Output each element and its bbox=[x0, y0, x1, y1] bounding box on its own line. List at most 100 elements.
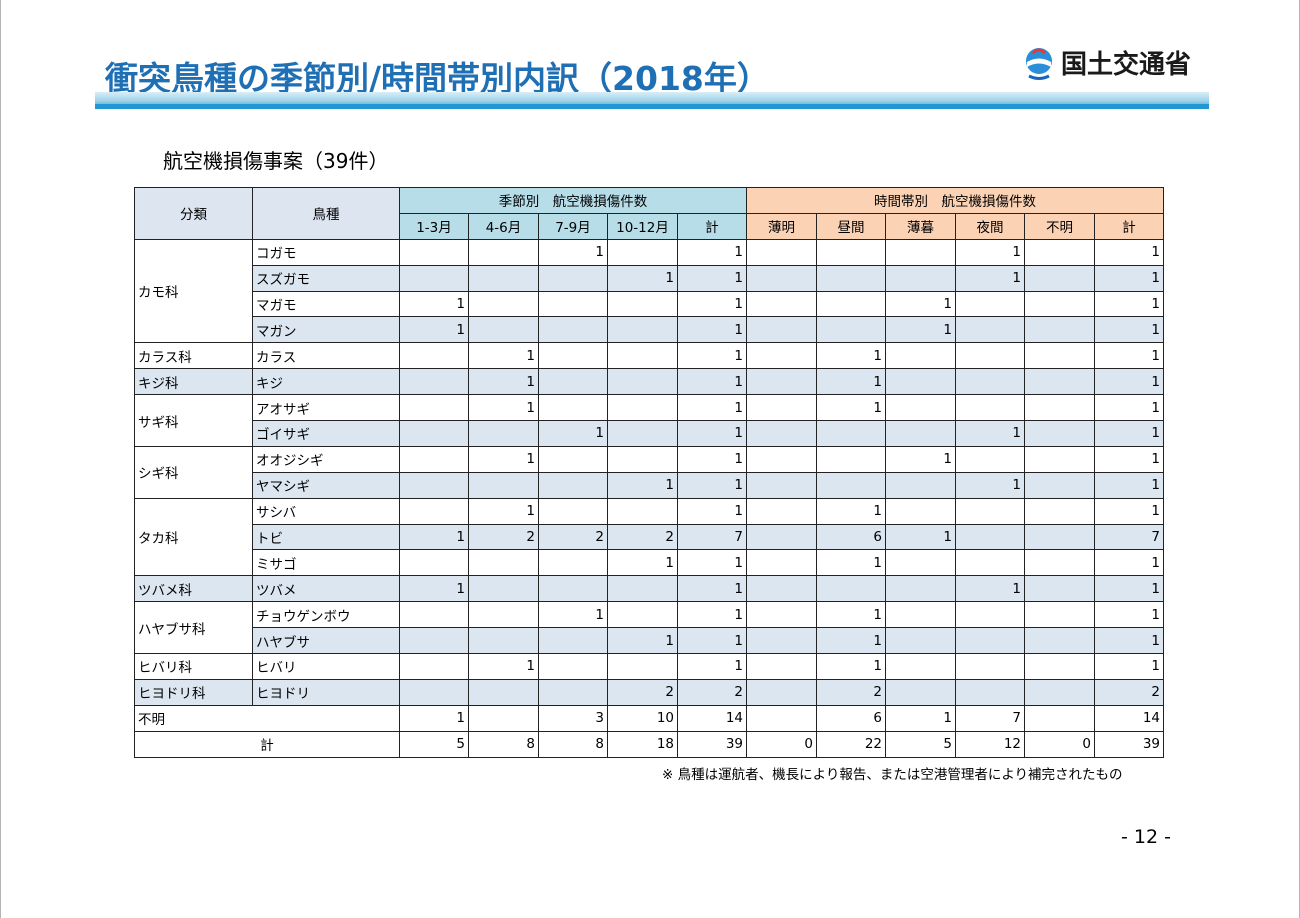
table-row: スズガモ 1 1 1 1 bbox=[135, 264, 1164, 292]
season-count-cell bbox=[607, 342, 678, 370]
time-count-cell: 2 bbox=[816, 678, 886, 706]
species-cell: オオジシギ bbox=[252, 445, 400, 473]
header-category: 分類 bbox=[134, 187, 253, 240]
season-total-cell: 8 bbox=[538, 730, 608, 758]
header-time-col: 昼間 bbox=[816, 212, 886, 240]
table-row: キジ科 キジ 1 1 1 1 bbox=[134, 368, 1164, 396]
season-count-cell bbox=[399, 420, 469, 447]
season-count-cell bbox=[399, 342, 469, 370]
header-time-group: 時間帯別 航空機損傷件数 bbox=[746, 187, 1164, 214]
table-row: カモ科 コガモ 1 1 1 1 bbox=[134, 238, 1164, 344]
season-count-cell: 2 bbox=[538, 523, 608, 551]
season-count-cell bbox=[538, 445, 608, 473]
table-row: ハヤブサ科 チョウゲンボウ 1 1 1 1 bbox=[134, 601, 1164, 655]
season-count-cell bbox=[399, 678, 469, 706]
time-count-cell bbox=[1024, 368, 1095, 396]
species-cell: ヒバリ bbox=[252, 653, 400, 680]
unknown-row: 不明 1 3 10 14 6 1 7 14 bbox=[134, 704, 1164, 732]
bird-strike-table: 分類 鳥種 季節別 航空機損傷件数 時間帯別 航空機損傷件数 1-3月 4-6月… bbox=[134, 187, 1164, 758]
season-count-cell bbox=[399, 627, 469, 655]
season-total-cell: 39 bbox=[677, 730, 747, 758]
time-count-cell: 1 bbox=[1094, 290, 1164, 318]
time-count-cell bbox=[885, 601, 956, 629]
time-count-cell bbox=[955, 497, 1025, 525]
header-season-group: 季節別 航空機損傷件数 bbox=[399, 187, 747, 214]
season-count-cell bbox=[538, 368, 608, 396]
table-row: トビ 1 2 2 2 7 6 1 7 bbox=[135, 523, 1164, 551]
time-count-cell bbox=[746, 704, 817, 732]
header-season-col: 10-12月 bbox=[607, 212, 678, 240]
time-count-cell: 1 bbox=[1094, 549, 1164, 577]
time-count-cell bbox=[1024, 238, 1095, 266]
season-count-cell: 10 bbox=[607, 704, 678, 732]
time-count-cell: 1 bbox=[955, 420, 1025, 447]
species-cell: ヒヨドリ bbox=[252, 678, 400, 706]
season-count-cell: 3 bbox=[538, 704, 608, 732]
time-count-cell bbox=[955, 523, 1025, 551]
time-count-cell bbox=[1024, 549, 1095, 577]
season-count-cell bbox=[399, 368, 469, 396]
season-count-cell bbox=[468, 238, 539, 266]
season-count-cell: 2 bbox=[677, 678, 747, 706]
species-cell: チョウゲンボウ bbox=[252, 601, 400, 629]
species-cell: トビ bbox=[252, 523, 400, 551]
season-count-cell: 1 bbox=[468, 368, 539, 396]
time-count-cell bbox=[746, 471, 817, 499]
table-row: マガモ 1 1 1 1 bbox=[135, 290, 1164, 318]
table-body: カモ科 コガモ 1 1 1 1 スズガモ 1 1 1 1 マガモ 1 1 1 1 マガン 1 1 1 1 カラス科 カラス 1… bbox=[134, 238, 1164, 758]
time-count-cell bbox=[885, 420, 956, 447]
season-count-cell: 1 bbox=[677, 394, 747, 422]
family-cell: カラス科 bbox=[134, 342, 253, 370]
time-count-cell bbox=[1024, 678, 1095, 706]
season-count-cell bbox=[607, 497, 678, 525]
time-count-cell bbox=[1024, 523, 1095, 551]
time-count-cell: 1 bbox=[885, 290, 956, 318]
time-count-cell: 1 bbox=[955, 238, 1025, 266]
time-count-cell bbox=[746, 264, 817, 292]
header-season-col: 7-9月 bbox=[538, 212, 608, 240]
season-count-cell bbox=[538, 342, 608, 370]
season-count-cell: 1 bbox=[677, 238, 747, 266]
time-count-cell: 1 bbox=[955, 471, 1025, 499]
time-count-cell bbox=[746, 445, 817, 473]
season-count-cell bbox=[399, 238, 469, 266]
species-cell: マガモ bbox=[252, 290, 400, 318]
time-count-cell bbox=[955, 316, 1025, 344]
season-count-cell bbox=[538, 575, 608, 603]
time-count-cell bbox=[955, 342, 1025, 370]
species-cell: スズガモ bbox=[252, 264, 400, 292]
footnote: ※ 鳥種は運航者、機長により報告、または空港管理者により補完されたもの bbox=[662, 767, 1123, 783]
season-count-cell bbox=[538, 394, 608, 422]
season-count-cell: 1 bbox=[468, 342, 539, 370]
season-count-cell bbox=[538, 653, 608, 680]
time-count-cell bbox=[885, 549, 956, 577]
time-count-cell bbox=[746, 290, 817, 318]
time-count-cell bbox=[1024, 627, 1095, 655]
time-count-cell bbox=[955, 601, 1025, 629]
season-count-cell bbox=[468, 549, 539, 577]
time-count-cell: 1 bbox=[1094, 316, 1164, 344]
time-count-cell: 1 bbox=[885, 704, 956, 732]
time-count-cell: 2 bbox=[1094, 678, 1164, 706]
season-count-cell bbox=[468, 471, 539, 499]
time-count-cell: 1 bbox=[816, 601, 886, 629]
season-count-cell: 2 bbox=[607, 523, 678, 551]
season-total-cell: 18 bbox=[607, 730, 678, 758]
season-count-cell bbox=[538, 627, 608, 655]
header-season-col: 1-3月 bbox=[399, 212, 469, 240]
time-total-cell: 22 bbox=[816, 730, 886, 758]
time-count-cell: 1 bbox=[955, 264, 1025, 292]
time-count-cell bbox=[885, 394, 956, 422]
species-cell: ツバメ bbox=[252, 575, 400, 603]
time-count-cell bbox=[816, 238, 886, 266]
time-count-cell bbox=[746, 678, 817, 706]
time-count-cell: 6 bbox=[816, 704, 886, 732]
time-count-cell: 1 bbox=[816, 497, 886, 525]
time-count-cell: 1 bbox=[885, 445, 956, 473]
family-cell: タカ科 bbox=[134, 497, 253, 577]
season-count-cell: 1 bbox=[399, 523, 469, 551]
season-count-cell bbox=[538, 549, 608, 577]
table-row: ハヤブサ 1 1 1 1 bbox=[135, 627, 1164, 655]
header-species: 鳥種 bbox=[252, 187, 400, 240]
time-count-cell: 1 bbox=[1094, 238, 1164, 266]
